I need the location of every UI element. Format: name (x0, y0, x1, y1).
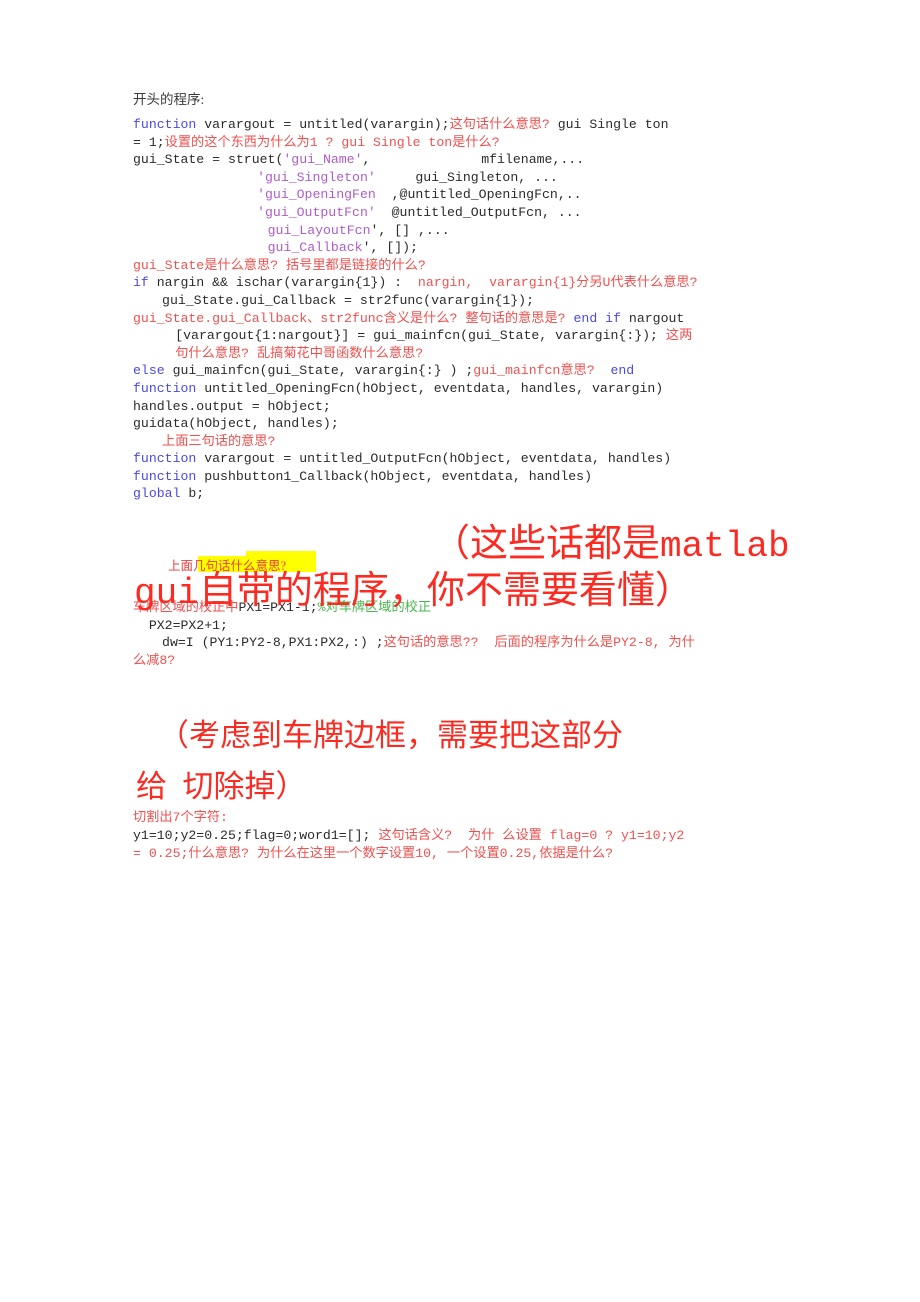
code2-line: PX2=PX2+1; (133, 617, 793, 635)
code1-token-str: gui_Callback (267, 240, 363, 256)
code1-token-str: 'gui_OpeningFen (257, 187, 376, 203)
code1-token-kw: function (133, 468, 197, 484)
code1-line: function pushbutton1_Callback(hObject, e… (133, 468, 793, 486)
code1-token-ann: gui_mainfcn意思? (473, 363, 595, 379)
code1-token-ann: 这两 (657, 328, 693, 344)
code1-token-code: gui_State.gui_Callback = str2func(vararg… (162, 292, 534, 308)
overlay-big-note2-line2: 给 切除掉） (136, 769, 307, 804)
overlay-big-note-line2-cjk: 自带的程序，你不需要看懂） (198, 570, 693, 612)
code1-line: else gui_mainfcn(gui_State, varargin{:} … (133, 362, 793, 380)
code1-token-kw: function (133, 380, 197, 396)
code1-token-kw: function (133, 451, 197, 467)
code1-token-kw: else (133, 363, 165, 379)
code1-token-kw: end if (565, 310, 622, 326)
code1-line: gui_LayoutFcn', [] ,... (133, 222, 793, 240)
code1-line: function untitled_OpeningFcn(hObject, ev… (133, 380, 793, 398)
overlay-big-note-line2-mono: gui (134, 573, 199, 614)
code1-token-ann: gui_State.gui_Callback、str2func含义是什么? 整句… (133, 310, 566, 326)
document-page: 开头的程序: function varargout = untitled(var… (0, 0, 920, 1302)
code1-token-code: handles.output = hObject; (133, 398, 331, 414)
overlay-big-note2-line1: （考虑到车牌边框，需要把这部分 (158, 718, 623, 753)
code1-token-code: ,@untitled_OpeningFcn,.. (375, 187, 582, 203)
overlay-big-note-line2: gui自带的程序，你不需要看懂） (134, 569, 693, 616)
code1-token-kw: end (594, 363, 635, 379)
code1-line: 上面三句话的意思? (133, 433, 793, 451)
code1-token-str: 'gui_Singleton' (257, 169, 376, 185)
code1-line: guidata(hObject, handles); (133, 415, 793, 433)
code1-token-ann: 设置的这个东西为什么为1 ? gui Single ton是什么? (164, 134, 500, 150)
code3-line: 切割出7个字符: (133, 809, 793, 827)
code1-token-ann: 这句话什么意思? (449, 117, 550, 132)
page-heading: 开头的程序: (133, 92, 205, 107)
overlay-big-note-line1-mono: matlab (660, 526, 790, 567)
code1-line: global b; (133, 485, 793, 503)
code1-line: 'gui_OutputFcn' @untitled_OutputFcn, ... (133, 204, 793, 222)
code3-token-ann: 切割出7个字符: (133, 810, 228, 826)
code1-line: = 1;设置的这个东西为什么为1 ? gui Single ton是什么? (133, 134, 793, 152)
code1-line: gui_Callback', []); (133, 239, 793, 257)
code1-token-ann: gui_State是什么意思? 括号里都是链接的什么? (133, 257, 426, 273)
code2-token-code: dw=I (PY1:PY2-8,PX1:PX2,:) ; (162, 635, 384, 651)
code1-token-code: nargin && ischar(varargin{1}) : (148, 275, 418, 291)
code1-token-code: [varargout{1:nargout}] = gui_mainfcn(gui… (175, 328, 658, 344)
code1-token-kw: global (133, 486, 181, 502)
code1-token-code: @untitled_OutputFcn, ... (375, 204, 582, 220)
code1-token-code: = 1; (133, 134, 165, 150)
code1-line: handles.output = hObject; (133, 398, 793, 416)
code1-line: gui_State.gui_Callback、str2func含义是什么? 整句… (133, 310, 793, 328)
code1-line: function varargout = untitled_OutputFcn(… (133, 450, 793, 468)
code1-token-code: ', [] ,... (370, 222, 450, 238)
code1-line: gui_State.gui_Callback = str2func(vararg… (133, 292, 793, 310)
code1-line: if nargin && ischar(varargin{1}) : nargi… (133, 274, 793, 292)
code3-line: = 0.25;什么意思? 为什么在这里一个数字设置10, 一个设置0.25,依据… (133, 845, 793, 863)
code3-line: y1=10;y2=0.25;flag=0;word1=[]; 这句话含义? 为什… (133, 827, 793, 845)
code1-token-code: ', []); (362, 240, 418, 256)
code1-line: 句什么意思? 乱搞菊花中哥函数什么意思? (133, 345, 793, 363)
overlay-big-note-line1: （这些话都是matlab (432, 522, 790, 569)
code1-token-code: guidata(hObject, handles); (133, 416, 339, 432)
code1-token-str: 'gui_Name' (283, 152, 363, 168)
code2-token-code: PX2=PX2+1; (148, 617, 228, 633)
code1-line: [varargout{1:nargout}] = gui_mainfcn(gui… (133, 327, 793, 345)
code3-token-code: y1=10;y2=0.25;flag=0;word1=[]; (133, 828, 379, 844)
code1-line: 'gui_Singleton' gui_Singleton, ... (133, 169, 793, 187)
code3-token-ann: 这句话含义? 为什 么设置 flag=0 ? y1=10;y2 (378, 828, 685, 844)
code1-token-ann: 句什么意思? 乱搞菊花中哥函数什么意思? (175, 345, 424, 361)
code1-token-code: nargout (621, 310, 685, 326)
code1-token-code: gui Single ton (549, 117, 669, 132)
code1-line: gui_State是什么意思? 括号里都是链接的什么? (133, 257, 793, 275)
code1-token-code: untitled_OpeningFcn(hObject, eventdata, … (196, 380, 664, 396)
code1-token-ann: nargin, varargin{1}分另U代表什么意思? (417, 275, 698, 291)
code1-line: function varargout = untitled(varargin);… (133, 116, 793, 134)
code3-token-ann: = 0.25;什么意思? 为什么在这里一个数字设置10, 一个设置0.25,依据… (133, 845, 614, 861)
code2-line: dw=I (PY1:PY2-8,PX1:PX2,:) ;这句话的意思?? 后面的… (133, 634, 793, 652)
overlay-big-note-line1-cjk: （这些话都是 (432, 523, 661, 565)
code1-token-code: pushbutton1_Callback(hObject, eventdata,… (196, 468, 593, 484)
code1-token-code: gui_Singleton, ... (375, 169, 558, 185)
code1-token-code: b; (180, 486, 205, 502)
code2-line: 么减8? (133, 652, 793, 670)
code1-token-code: gui_mainfcn(gui_State, varargin{:} ) ; (164, 363, 474, 379)
code1-token-code: , mfilename,... (362, 152, 585, 168)
code1-token-str: gui_LayoutFcn (267, 222, 371, 238)
code1-token-kw: if (133, 275, 149, 291)
code1-token-code: gui_State = struet( (133, 152, 284, 168)
code1-line: gui_State = struet('gui_Name', mfilename… (133, 151, 793, 169)
code1-token-kw: function (133, 117, 197, 132)
code1-token-ann: 上面三句话的意思? (162, 433, 276, 449)
code1-token-code: varargout = untitled_OutputFcn(hObject, … (196, 451, 672, 467)
code-block-char-segmentation: 切割出7个字符: y1=10;y2=0.25;flag=0;word1=[]; 这… (133, 809, 793, 862)
code2-token-ann: 这句话的意思?? 后面的程序为什么是PY2-8, 为什 (383, 635, 695, 651)
code2-token-ann: 么减8? (133, 652, 176, 668)
code1-token-str: 'gui_OutputFcn' (257, 204, 376, 220)
code1-line: 'gui_OpeningFen ,@untitled_OpeningFcn,.. (133, 186, 793, 204)
code1-token-code: varargout = untitled(varargin); (196, 117, 450, 132)
code-block-matlab-gui: function varargout = untitled(varargin);… (133, 116, 793, 503)
